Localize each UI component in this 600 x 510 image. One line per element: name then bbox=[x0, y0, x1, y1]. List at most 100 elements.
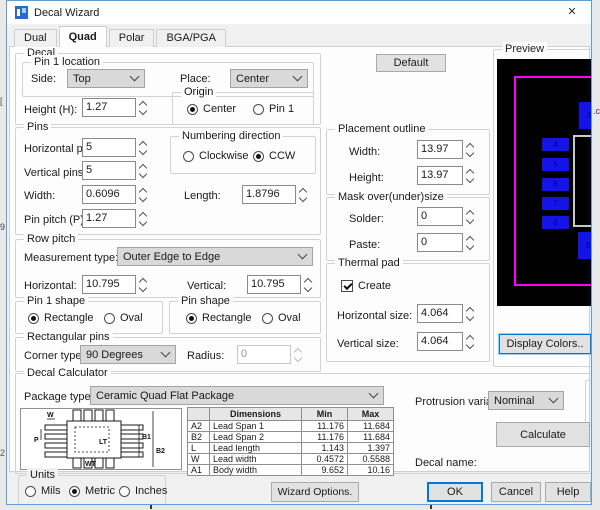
table-row: WLead width 0.45720.5588 bbox=[188, 454, 394, 465]
radio-off-icon bbox=[119, 486, 130, 497]
spinner-down-icon[interactable] bbox=[138, 106, 146, 114]
window-title: Decal Wizard bbox=[34, 7, 99, 19]
default-button[interactable]: Default bbox=[376, 54, 446, 72]
origin-group-label: Origin bbox=[181, 85, 216, 99]
place-select[interactable]: Center bbox=[230, 69, 308, 88]
pins-group: Pins Horizontal pins: 5 Vertical pins: 5… bbox=[15, 127, 321, 235]
spinner-arrows[interactable] bbox=[136, 138, 149, 157]
ok-button[interactable]: OK bbox=[427, 482, 483, 502]
table-row: A2Lead Span 1 11.17611.684 bbox=[188, 421, 394, 432]
measurement-type-select[interactable]: Outer Edge to Edge bbox=[117, 247, 313, 266]
ccw-radio[interactable]: CCW bbox=[253, 150, 295, 162]
side-select[interactable]: Top bbox=[67, 69, 145, 88]
radius-input: 0 bbox=[237, 345, 304, 364]
spinner-arrows[interactable] bbox=[463, 304, 476, 323]
horizontal-pins-input[interactable]: 5 bbox=[82, 138, 149, 157]
measurement-type-label: Measurement type: bbox=[24, 252, 118, 264]
inches-radio[interactable]: Inches bbox=[119, 485, 167, 497]
thermal-vertical-input[interactable]: 4.064 bbox=[417, 332, 476, 351]
radio-off-icon bbox=[25, 486, 36, 497]
spinner-arrows[interactable] bbox=[136, 209, 149, 228]
chevron-down-icon bbox=[130, 72, 140, 82]
width-input[interactable]: 0.6096 bbox=[82, 185, 149, 204]
spinner-arrows bbox=[291, 345, 304, 364]
row-vertical-input[interactable]: 10.795 bbox=[247, 275, 314, 294]
package-type-select[interactable]: Ceramic Quad Flat Package bbox=[90, 386, 384, 405]
app-icon bbox=[15, 6, 28, 19]
display-colors-button[interactable]: Display Colors.. bbox=[499, 334, 591, 354]
pin1-rectangle-radio[interactable]: Rectangle bbox=[28, 312, 94, 324]
origin-group: Origin Center Pin 1 bbox=[172, 92, 314, 125]
width-label: Width: bbox=[24, 190, 55, 202]
tab-bga-pga[interactable]: BGA/PGA bbox=[156, 29, 226, 47]
origin-pin1-radio[interactable]: Pin 1 bbox=[253, 103, 294, 115]
decal-calculator-group: Decal Calculator Package type: Ceramic Q… bbox=[15, 373, 592, 474]
pin-rectangle-radio[interactable]: Rectangle bbox=[186, 312, 252, 324]
preview-pad: 6 bbox=[542, 178, 569, 191]
origin-center-radio[interactable]: Center bbox=[187, 103, 236, 115]
help-button[interactable]: Help bbox=[545, 482, 591, 502]
create-checkbox[interactable]: Create bbox=[341, 280, 391, 292]
background-fragment: 2 bbox=[0, 448, 5, 458]
tab-quad[interactable]: Quad bbox=[59, 26, 107, 47]
spinner-arrows[interactable] bbox=[136, 98, 149, 117]
spinner-arrows[interactable] bbox=[136, 161, 149, 180]
chevron-down-icon bbox=[293, 72, 303, 82]
thermal-horizontal-input[interactable]: 4.064 bbox=[417, 304, 476, 323]
mask-group: Mask over(under)size Solder: 0 Paste: 0 bbox=[326, 197, 490, 261]
radio-on-icon bbox=[253, 151, 264, 162]
table-header-row: Dimensions Min Max bbox=[188, 408, 394, 421]
row-vertical-label: Vertical: bbox=[187, 280, 226, 292]
preview-pad: 7 bbox=[542, 197, 569, 210]
vertical-pins-input[interactable]: 5 bbox=[82, 161, 149, 180]
tab-dual[interactable]: Dual bbox=[14, 29, 57, 47]
preview-pad: 4 bbox=[542, 138, 569, 151]
placement-width-input[interactable]: 13.97 bbox=[417, 140, 476, 159]
height-input[interactable]: 1.27 bbox=[82, 98, 149, 117]
pin1-shape-label: Pin 1 shape bbox=[24, 294, 88, 308]
tab-polar[interactable]: Polar bbox=[109, 29, 155, 47]
radio-off-icon bbox=[262, 313, 273, 324]
row-horizontal-input[interactable]: 10.795 bbox=[82, 275, 149, 294]
decal-wizard-dialog: Decal Wizard ✕ Dual Quad Polar BGA/PGA D… bbox=[6, 0, 592, 505]
wizard-options-button[interactable]: Wizard Options. bbox=[271, 482, 359, 502]
spinner-arrows[interactable] bbox=[301, 275, 314, 294]
protrusion-variation-select[interactable]: Nominal bbox=[488, 391, 564, 410]
length-input[interactable]: 1.8796 bbox=[242, 185, 309, 204]
spinner-arrows[interactable] bbox=[136, 185, 149, 204]
solder-input[interactable]: 0 bbox=[417, 207, 476, 226]
calculate-button[interactable]: Calculate bbox=[496, 422, 590, 447]
metric-radio[interactable]: Metric bbox=[69, 485, 115, 497]
checkbox-checked-icon bbox=[341, 280, 353, 292]
spinner-arrows[interactable] bbox=[463, 332, 476, 351]
background-fragment: .c bbox=[593, 106, 600, 116]
dimensions-table: Dimensions Min Max A2Lead Span 1 11.1761… bbox=[187, 407, 394, 476]
spinner-arrows[interactable] bbox=[136, 275, 149, 294]
radio-on-icon bbox=[186, 313, 197, 324]
pin-pitch-input[interactable]: 1.27 bbox=[82, 209, 149, 228]
pin1-oval-radio[interactable]: Oval bbox=[104, 312, 143, 324]
spinner-arrows[interactable] bbox=[463, 207, 476, 226]
table-header: Min bbox=[302, 408, 348, 421]
mils-radio[interactable]: Mils bbox=[25, 485, 61, 497]
spinner-arrows[interactable] bbox=[463, 166, 476, 185]
placement-height-input[interactable]: 13.97 bbox=[417, 166, 476, 185]
paste-input[interactable]: 0 bbox=[417, 233, 476, 252]
tab-bar: Dual Quad Polar BGA/PGA bbox=[14, 27, 228, 47]
placement-outline-group: Placement outline Width: 13.97 Height: 1… bbox=[326, 129, 490, 195]
cancel-button[interactable]: Cancel bbox=[491, 482, 541, 502]
spinner-arrows[interactable] bbox=[296, 185, 309, 204]
close-icon[interactable]: ✕ bbox=[563, 5, 581, 20]
preview-group-label: Preview bbox=[502, 42, 547, 56]
spinner-arrows[interactable] bbox=[463, 233, 476, 252]
placement-width-label: Width: bbox=[349, 146, 380, 158]
corner-type-select[interactable]: 90 Degrees bbox=[80, 345, 176, 364]
diagram-label-w: W bbox=[47, 412, 54, 419]
chevron-down-icon bbox=[161, 348, 171, 358]
pin1-location-label: Pin 1 location bbox=[31, 55, 103, 69]
clockwise-radio[interactable]: Clockwise bbox=[183, 150, 249, 162]
spinner-arrows[interactable] bbox=[463, 140, 476, 159]
clipped-side-group: Sl bbox=[585, 380, 592, 426]
radius-label: Radius: bbox=[187, 350, 224, 362]
pin-oval-radio[interactable]: Oval bbox=[262, 312, 301, 324]
